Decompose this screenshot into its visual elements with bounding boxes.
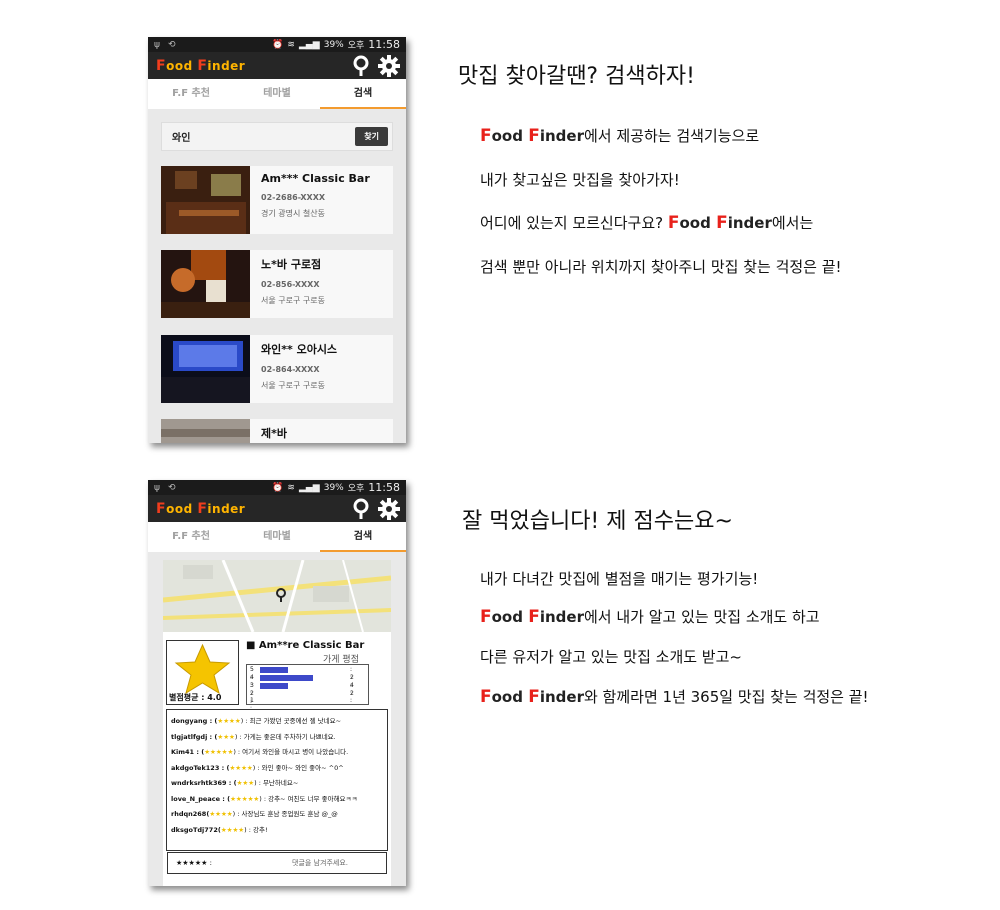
section1-line4: 검색 뿐만 아니라 위치까지 찾아주니 맛집 찾는 걱정은 끝! [480,258,842,276]
tab-ff-recommend[interactable]: F.F 추천 [148,79,234,109]
result-address: 서울 구로구 구로동 [261,296,325,305]
comment-placeholder: 댓글을 남겨주세요. [292,859,348,867]
food-finder-brand: Food Finder [480,687,584,707]
battery-text: 39% [323,482,344,493]
result-phone: 02-856-XXXX [261,280,320,289]
phone-screenshot-rating: ψ ⟲ ⏰ ≋ ▂▄▆ 39% 오후 11:58 Food Finder F.F … [148,480,406,886]
gear-icon[interactable] [378,497,400,520]
average-rating-label: 별점평균 : 4.0 [169,693,222,702]
tab-bar: F.F 추천 테마별 검색 [148,79,406,110]
food-finder-brand: Food Finder [667,213,772,233]
phone-screenshot-search: ψ ⟲ ⏰ ≋ ▂▄▆ 39% 오후 11:58 Food Finder F.F … [148,37,406,443]
review-item: dongyang : (★★★★) : 최근 가봤던 곳중에선 젤 낫네요~ [171,717,342,725]
rating-distribution: 5 :: 2 4 :: 4 3 :: 2 2 :: 1 :: [246,664,369,712]
app-bar: Food Finder [148,495,406,522]
section2-line3: 다른 유저가 알고 있는 맛집 소개도 받고~ [480,648,742,666]
search-icon[interactable] [352,498,372,520]
battery-text: 39% [323,39,344,50]
section2-line1: 내가 다녀간 맛집에 별점을 매기는 평가기능! [480,570,759,588]
review-item: tlgjatlfgdj : (★★★) : 가게는 좋은데 주차하기 나쁘네요. [171,732,336,741]
tab-search[interactable]: 검색 [320,522,406,552]
store-detail-card: 별점평균 : 4.0 ■ Am**re Classic Bar 가게 평점 5 … [163,560,391,886]
bar-photo-1 [161,166,250,234]
result-item[interactable]: 노*바 구로점 02-856-XXXX 서울 구로구 구로동 [161,250,393,318]
review-item: dksgoTdj772(★★★★) : 강추! [171,825,268,834]
store-title: ■ Am**re Classic Bar [246,640,365,651]
section1-line1: Food Finder에서 제공하는 검색기능으로 [480,126,760,146]
result-phone: 02-864-XXXX [261,365,320,374]
sync-icon: ⟲ [167,39,176,50]
section2-line2: Food Finder에서 내가 알고 있는 맛집 소개도 하고 [480,607,820,627]
alarm-icon: ⏰ [272,39,284,50]
result-name: Am*** Classic Bar [261,172,370,185]
location-map[interactable] [163,560,391,632]
result-address: 경기 광명시 철산동 [261,209,325,218]
search-icon[interactable] [352,55,372,77]
result-item[interactable]: Am*** Classic Bar 02-2686-XXXX 경기 광명시 철산… [161,166,393,234]
section1-line2: 내가 찾고싶은 맛집을 찾아가자! [480,171,680,189]
result-name: 와인** 오아시스 [261,343,338,356]
time-text: 11:58 [368,38,400,51]
search-content: 와인 찾기 Am*** Classic Bar 02-2686-XXXX 경기 … [148,109,406,443]
bar-photo-3 [161,335,250,403]
bar-photo-2 [161,250,250,318]
result-phone: 02-2686-XXXX [261,193,326,202]
result-item[interactable]: 제*바 [161,419,393,443]
rating-bar [260,683,288,689]
usb-icon: ψ [154,39,160,50]
comment-input[interactable]: ★★★★★ : 댓글을 남겨주세요. [167,852,387,874]
food-finder-brand: Food Finder [480,607,584,627]
section1-line3: 어디에 있는지 모르신다구요? Food Finder에서는 [480,213,814,233]
usb-icon: ψ [154,482,160,493]
average-rating-box: 별점평균 : 4.0 [166,640,239,705]
time-text: 11:58 [368,481,400,494]
result-name: 제*바 [261,427,287,440]
signal-icon: ▂▄▆ [298,482,320,493]
review-item: wndrksrhtk369 : (★★★) : 무난하네요~ [171,779,299,787]
wifi-icon: ≋ [287,482,295,493]
rating-bar [260,675,313,681]
store-detail-content: 별점평균 : 4.0 ■ Am**re Classic Bar 가게 평점 5 … [148,552,406,886]
find-button[interactable]: 찾기 [355,127,388,146]
result-name: 노*바 구로점 [261,258,322,271]
review-item: Kim41 : (★★★★★) : 여기서 와인을 마시고 병이 나았습니다. [171,748,349,756]
rating-bar [260,667,288,673]
review-list: dongyang : (★★★★) : 최근 가봤던 곳중에선 젤 낫네요~ t… [166,709,388,851]
review-item: love_N_peace : (★★★★★) : 강추~ 여친도 너무 좋아해요… [171,794,358,803]
wifi-icon: ≋ [287,39,295,50]
food-finder-brand: Food Finder [480,126,584,146]
tab-theme[interactable]: 테마별 [234,79,320,109]
time-prefix: 오후 [347,41,365,51]
sync-icon: ⟲ [167,482,176,493]
app-logo: Food Finder [156,500,246,517]
result-address: 서울 구로구 구로동 [261,381,325,390]
review-item: rhdqn268(★★★★) : 사장님도 훈남 종업원도 훈남 @_@ [171,810,338,818]
status-bar: ψ ⟲ ⏰ ≋ ▂▄▆ 39% 오후 11:58 [148,480,406,495]
section2-heading: 잘 먹었습니다! 제 점수는요~ [462,509,733,534]
tab-bar: F.F 추천 테마별 검색 [148,522,406,553]
search-input[interactable]: 와인 찾기 [161,122,393,151]
status-bar: ψ ⟲ ⏰ ≋ ▂▄▆ 39% 오후 11:58 [148,37,406,52]
tab-ff-recommend[interactable]: F.F 추천 [148,522,234,552]
star-icon [174,643,231,695]
review-item: akdgoTek123 : (★★★★) : 와인 좋아~ 와인 좋아~ ^0^ [171,763,344,772]
signal-icon: ▂▄▆ [298,39,320,50]
tab-search[interactable]: 검색 [320,79,406,109]
bar-photo-4 [161,419,250,443]
search-value: 와인 [172,133,191,144]
result-item[interactable]: 와인** 오아시스 02-864-XXXX 서울 구로구 구로동 [161,335,393,403]
gear-icon[interactable] [378,54,400,77]
app-bar: Food Finder [148,52,406,79]
tab-theme[interactable]: 테마별 [234,522,320,552]
alarm-icon: ⏰ [272,482,284,493]
app-logo: Food Finder [156,57,246,74]
section2-line4: Food Finder와 함께라면 1년 365일 맛집 찾는 걱정은 끝! [480,687,869,707]
comment-star-selector[interactable]: ★★★★★ : [176,859,212,867]
section1-heading: 맛집 찾아갈땐? 검색하자! [458,64,695,89]
time-prefix: 오후 [347,484,365,494]
